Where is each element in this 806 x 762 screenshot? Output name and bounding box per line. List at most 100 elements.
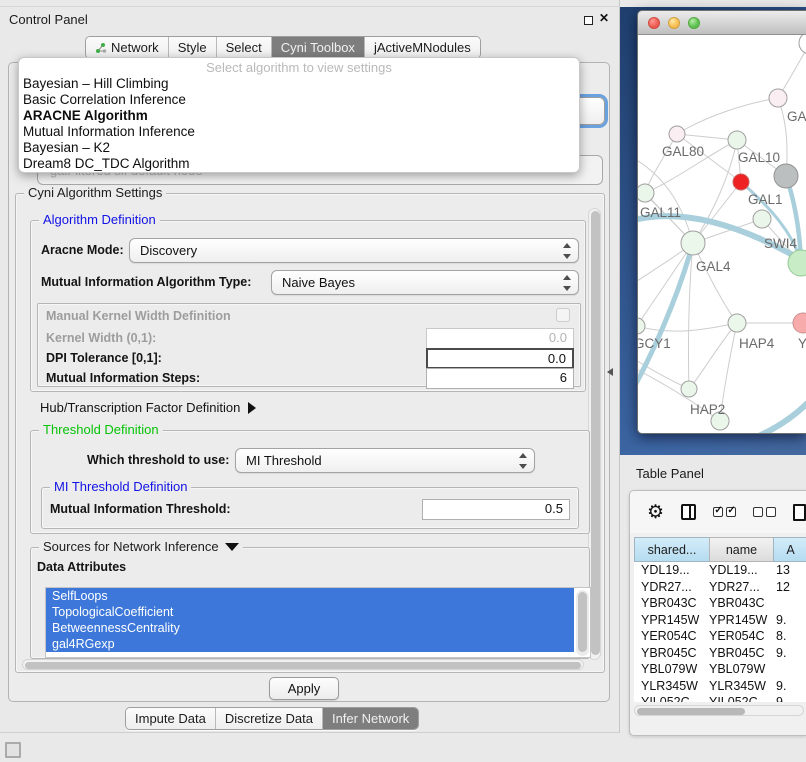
network-canvas[interactable]: GAL GAL80 GAL10 GAL1 GAL11 SWI4 GAL4 GCY… — [638, 35, 806, 434]
network-window-titlebar[interactable] — [638, 11, 806, 35]
label-gal10: GAL10 — [738, 150, 780, 165]
node-gal-partial[interactable] — [769, 89, 787, 107]
collapsed-panel-icon[interactable] — [5, 742, 21, 758]
list-item[interactable]: TopologicalCoefficient — [46, 604, 574, 620]
popup-item[interactable]: Dream8 DC_TDC Algorithm — [19, 156, 579, 172]
node-swi4[interactable] — [753, 210, 771, 228]
tab-select[interactable]: Select — [217, 37, 272, 58]
node-gcy1[interactable] — [638, 318, 645, 334]
node-hap2[interactable] — [681, 381, 697, 397]
dpi-tolerance-field[interactable]: 0.0 — [426, 348, 574, 369]
label-swi4: SWI4 — [764, 236, 797, 251]
table-row[interactable]: YDR27...YDR27...12 — [634, 579, 806, 596]
kernel-width-field[interactable]: 0.0 — [426, 328, 574, 349]
new-table-icon[interactable] — [793, 504, 806, 521]
panel-splitter-handle[interactable] — [607, 368, 613, 376]
tab-infer-network[interactable]: Infer Network — [323, 708, 418, 729]
network-view-window[interactable]: GAL GAL80 GAL10 GAL1 GAL11 SWI4 GAL4 GCY… — [637, 10, 806, 434]
threshold-definition-title: Threshold Definition — [39, 422, 163, 437]
node-partial-top[interactable] — [799, 35, 806, 54]
label-hap4: HAP4 — [739, 336, 775, 351]
manual-kernel-checkbox[interactable] — [556, 308, 570, 322]
data-attributes-list: SelfLoops TopologicalCoefficient Between… — [45, 587, 591, 658]
kernel-width-label: Kernel Width (0,1): — [46, 331, 156, 345]
popup-item[interactable]: Basic Correlation Inference — [19, 92, 579, 108]
node-gal10[interactable] — [728, 131, 746, 149]
node-gal80[interactable] — [669, 126, 685, 142]
attr-list-vscrollbar[interactable] — [576, 590, 589, 656]
column-header-shared[interactable]: shared... — [634, 537, 709, 562]
column-header-partial[interactable]: A — [773, 537, 806, 562]
network-icon — [95, 42, 107, 54]
popup-item[interactable]: Bayesian – Hill Climbing — [19, 76, 579, 92]
table-row[interactable]: YBR043CYBR043C — [634, 595, 806, 612]
deselect-all-icon[interactable] — [753, 507, 776, 517]
apply-button[interactable]: Apply — [269, 677, 339, 700]
zoom-traffic-icon[interactable] — [688, 17, 700, 29]
select-all-icon[interactable] — [713, 507, 736, 517]
tab-cyni-toolbox[interactable]: Cyni Toolbox — [272, 37, 365, 58]
table-row[interactable]: YBL079WYBL079W — [634, 661, 806, 678]
table-row[interactable]: YPR145WYPR145W9. — [634, 612, 806, 629]
control-panel-tabbar: Network Style Select Cyni Toolbox jActiv… — [85, 36, 481, 59]
popup-item-selected[interactable]: ARACNE Algorithm — [19, 108, 579, 124]
kernel-settings-box: Manual Kernel Width Definition Kernel Wi… — [37, 303, 581, 387]
algorithm-definition-group: Algorithm Definition Aracne Mode: Discov… — [30, 220, 586, 392]
label-gal4: GAL4 — [696, 259, 731, 274]
node-gray[interactable] — [774, 164, 798, 188]
table-row[interactable]: YER054CYER054C8. — [634, 628, 806, 645]
settings-hscrollbar[interactable] — [22, 659, 584, 670]
table-row[interactable]: YIL052CYIL052C9 — [634, 694, 806, 702]
which-threshold-combobox[interactable]: MI Threshold — [235, 448, 535, 473]
tab-style[interactable]: Style — [169, 37, 217, 58]
minimize-traffic-icon[interactable] — [668, 17, 680, 29]
node-gal4[interactable] — [681, 231, 705, 255]
table-body: YDL19...YDL19...13 YDR27...YDR27...12 YB… — [634, 562, 806, 702]
network-graph: GAL GAL80 GAL10 GAL1 GAL11 SWI4 GAL4 GCY… — [638, 35, 806, 434]
data-attributes-label: Data Attributes — [37, 560, 126, 574]
list-item[interactable]: gal4RGexp — [46, 636, 574, 652]
mi-steps-field[interactable]: 6 — [426, 368, 574, 389]
label-gal11: GAL11 — [640, 205, 681, 220]
list-item[interactable]: BetweennessCentrality — [46, 620, 574, 636]
aracne-mode-combobox[interactable]: Discovery — [129, 238, 579, 263]
split-columns-icon[interactable] — [681, 504, 696, 520]
close-traffic-icon[interactable] — [648, 17, 660, 29]
mi-threshold-field[interactable]: 0.5 — [422, 499, 570, 520]
which-threshold-label: Which threshold to use: — [87, 453, 229, 467]
table-hscrollbar[interactable] — [634, 705, 804, 716]
table-row[interactable]: YLR345WYLR345W9. — [634, 678, 806, 695]
table-row[interactable]: YBR045CYBR045C9. — [634, 645, 806, 662]
group-title: Cyni Algorithm Settings — [24, 185, 166, 200]
mi-threshold-definition-group: MI Threshold Definition Mutual Informati… — [41, 487, 579, 529]
float-window-icon[interactable] — [584, 16, 593, 25]
mi-algorithm-type-combobox[interactable]: Naive Bayes — [271, 270, 579, 295]
node-gal11[interactable] — [638, 184, 654, 202]
hub-definition-toggle[interactable]: Hub/Transcription Factor Definition — [40, 400, 256, 415]
list-item[interactable]: SelfLoops — [46, 588, 574, 604]
algorithm-dropdown-popup: Select algorithm to view settings Bayesi… — [18, 57, 580, 173]
popup-item[interactable]: Mutual Information Inference — [19, 124, 579, 140]
node-hap4[interactable] — [728, 314, 746, 332]
bottom-tabbar: Impute Data Discretize Data Infer Networ… — [125, 707, 419, 730]
mi-threshold-definition-title: MI Threshold Definition — [50, 479, 191, 494]
spinner-arrows-icon — [517, 453, 528, 469]
manual-kernel-label: Manual Kernel Width Definition — [46, 309, 231, 323]
node-salmon[interactable] — [793, 313, 806, 333]
close-icon[interactable]: ✕ — [599, 11, 609, 25]
tab-network[interactable]: Network — [86, 37, 169, 58]
tab-impute-data[interactable]: Impute Data — [126, 708, 216, 729]
application-root: Control Panel ✕ Network Style Select Cyn… — [0, 0, 806, 762]
control-panel-titlebar: Control Panel ✕ — [0, 6, 620, 32]
network-desktop: GAL GAL80 GAL10 GAL1 GAL11 SWI4 GAL4 GCY… — [620, 7, 806, 455]
gear-icon[interactable]: ⚙ — [647, 503, 664, 522]
label-gal80: GAL80 — [662, 144, 704, 159]
tab-discretize-data[interactable]: Discretize Data — [216, 708, 323, 729]
sources-title[interactable]: Sources for Network Inference — [39, 539, 243, 554]
popup-item[interactable]: Bayesian – K2 — [19, 140, 579, 156]
table-row[interactable]: YDL19...YDL19...13 — [634, 562, 806, 579]
tab-jactivemnodules[interactable]: jActiveMNodules — [365, 37, 480, 58]
column-header-name[interactable]: name — [709, 537, 773, 562]
algorithm-definition-title: Algorithm Definition — [39, 212, 160, 227]
node-gal1-red[interactable] — [733, 174, 749, 190]
